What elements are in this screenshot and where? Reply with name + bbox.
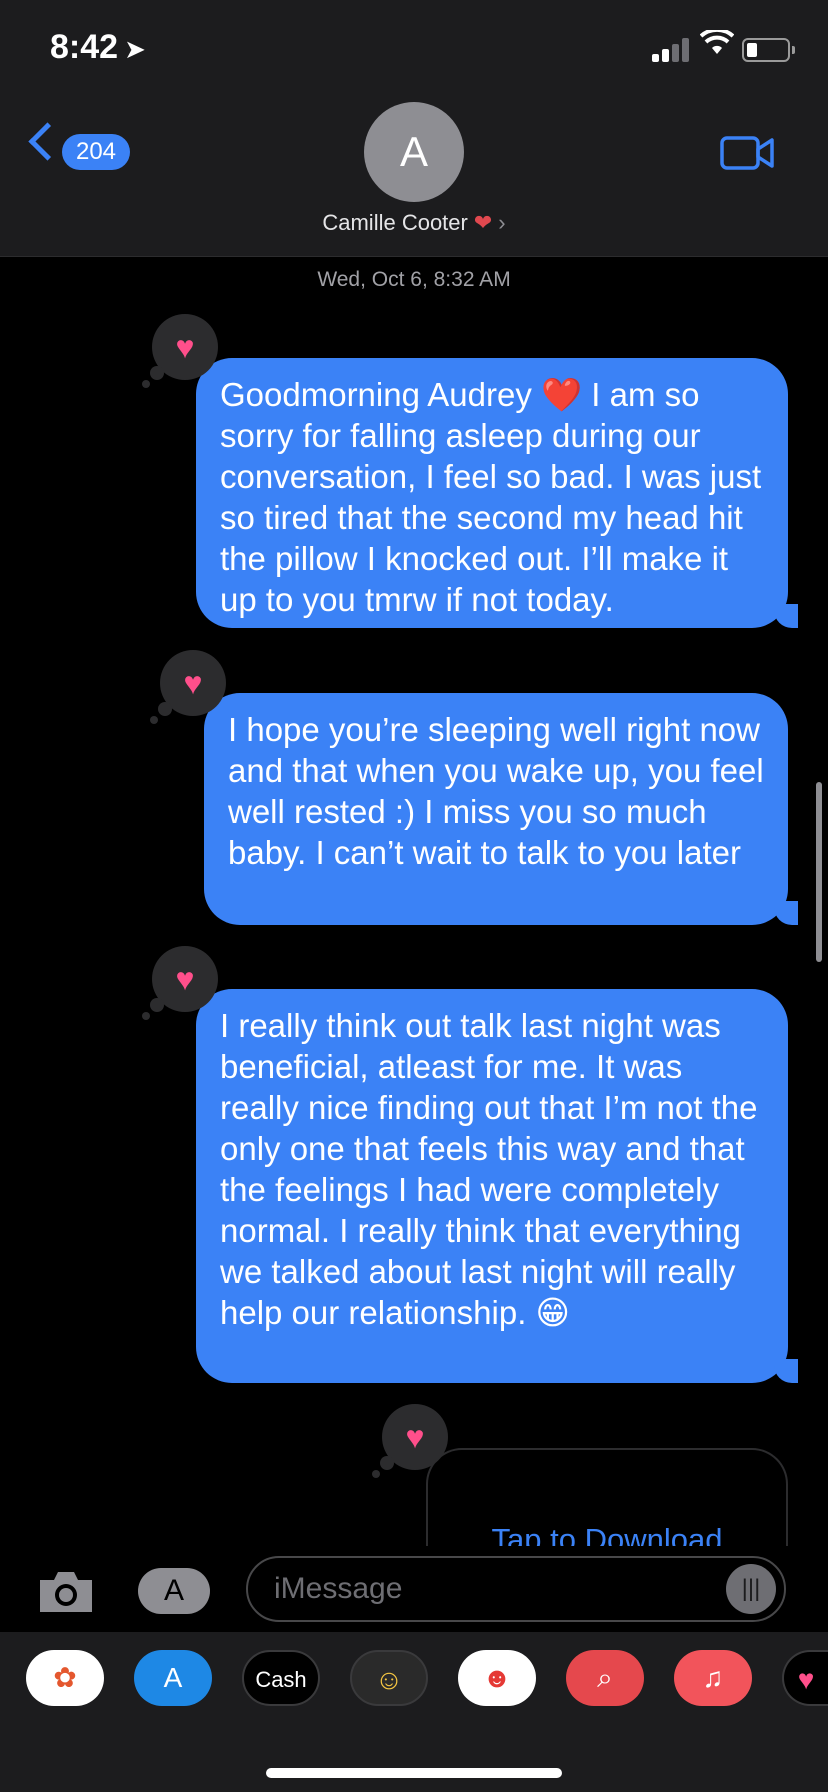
chevron-right-icon: ›	[498, 210, 506, 235]
back-chevron-icon[interactable]	[28, 122, 67, 161]
message-input[interactable]: iMessage |||	[246, 1556, 786, 1622]
outgoing-message[interactable]: Goodmorning Audrey ❤️ I am so sorry for …	[196, 358, 798, 628]
camera-icon[interactable]	[36, 1566, 96, 1616]
app-store-icon[interactable]: A	[134, 1650, 212, 1706]
audio-message-icon[interactable]: |||	[726, 1564, 776, 1614]
apple-cash-label: Cash	[255, 1667, 307, 1692]
message-timestamp: Wed, Oct 6, 8:32 AM	[317, 268, 511, 291]
facetime-video-icon[interactable]	[720, 136, 774, 170]
tapback-heart-icon[interactable]: ♥	[142, 946, 218, 1020]
outgoing-message[interactable]: I hope you’re sleeping well right now an…	[204, 693, 798, 925]
outgoing-message[interactable]: I really think out talk last night was b…	[196, 989, 798, 1383]
app-store-apps-button[interactable]: A	[138, 1568, 210, 1614]
heart-on-fire-icon: ❤	[473, 210, 493, 235]
cellular-signal-icon	[652, 36, 692, 62]
message-input-placeholder: iMessage	[274, 1572, 403, 1605]
contact-name: Camille Cooter	[322, 210, 468, 235]
tapback-heart-icon[interactable]: ♥	[150, 650, 226, 724]
unread-count-badge[interactable]: 204	[62, 134, 130, 170]
tapback-heart-icon[interactable]: ♥	[142, 314, 218, 388]
memoji-app-icon[interactable]: ☺	[350, 1650, 428, 1706]
scroll-indicator[interactable]	[816, 782, 822, 962]
image-search-icon[interactable]: ⌕	[566, 1650, 644, 1706]
message-text: I really think out talk last night was b…	[220, 1007, 758, 1331]
photos-app-icon[interactable]: ✿	[26, 1650, 104, 1706]
message-text: Goodmorning Audrey ❤️ I am so sorry for …	[220, 376, 762, 618]
message-text: I hope you’re sleeping well right now an…	[228, 711, 764, 871]
location-arrow-icon: ➤	[124, 34, 146, 64]
contact-name-row[interactable]: Camille Cooter ❤ ›	[0, 210, 828, 236]
memoji-stickers-icon[interactable]: ☻	[458, 1650, 536, 1706]
wifi-icon	[699, 27, 735, 64]
battery-icon	[742, 38, 795, 62]
conversation-header: 8:42 ➤ 204 A Camille Cooter ❤ ›	[0, 0, 828, 257]
contact-avatar[interactable]: A	[364, 102, 464, 202]
tapback-heart-icon[interactable]: ♥	[372, 1404, 448, 1478]
status-time: 8:42 ➤	[50, 28, 146, 66]
apple-cash-app[interactable]: Cash	[242, 1650, 320, 1706]
home-indicator[interactable]	[266, 1768, 562, 1778]
music-app-icon[interactable]: ♫	[674, 1650, 752, 1706]
